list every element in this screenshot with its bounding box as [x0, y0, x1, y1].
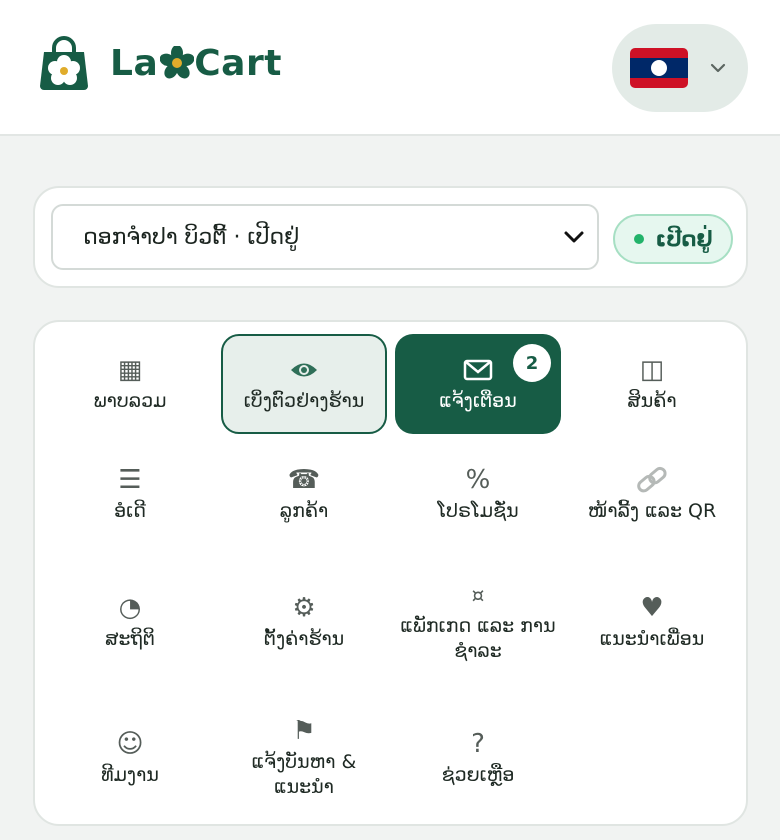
lao-flag-icon [630, 48, 688, 88]
language-switcher[interactable] [612, 24, 748, 112]
menu-item-referral[interactable]: ♥ ແນະນຳເພື່ອນ [569, 572, 735, 672]
heart-icon: ♥ [640, 592, 664, 623]
flower-icon [160, 46, 195, 79]
percent-icon: % [465, 464, 491, 495]
mail-icon [463, 355, 493, 385]
menu-item-orders[interactable]: ☰ ອໍເດີ [47, 444, 213, 544]
list-icon: ☰ [118, 464, 142, 495]
menu-item-store-settings[interactable]: ⚙ ຕັ້ງຄ່າຮ້ານ [221, 572, 387, 672]
chevron-down-icon [710, 63, 726, 73]
store-select[interactable]: ດອກຈຳປາ ບິວຕີ້ · ເປີດຢູ່ [51, 204, 599, 270]
phone-icon: ☎ [287, 464, 321, 495]
flag-icon: ⚑ [292, 716, 316, 746]
brand-name: La Cart [110, 42, 282, 84]
brand-logo[interactable]: La Cart [38, 36, 282, 90]
menu-grid: ▦ ພາບລວມ ເບິ່ງຕົວຢ່າງຮ້ານ ແຈ້ງເຕືອນ 2 ◫ … [33, 320, 748, 826]
gear-icon: ⚙ [292, 592, 316, 623]
menu-item-links-qr[interactable]: ໜ້າລີ້ງ ແລະ QR [569, 444, 735, 544]
status-dot [633, 234, 644, 244]
menu-item-notifications[interactable]: ແຈ້ງເຕືອນ 2 [395, 334, 561, 434]
menu-item-promotions[interactable]: % ໂປຣໂມຊັ່ນ [395, 444, 561, 544]
menu-item-packages-payments[interactable]: ¤ ແພັກເກດ ແລະ ການຊຳລະ [395, 572, 561, 672]
menu-item-overview[interactable]: ▦ ພາບລວມ [47, 334, 213, 434]
store-status-badge: ເປີດຢູ່ [613, 214, 733, 264]
shopping-bag-icon [40, 36, 88, 90]
store-selector-card: ດອກຈຳປາ ບິວຕີ້ · ເປີດຢູ່ ເປີດຢູ່ [33, 186, 748, 288]
columns-icon: ◫ [639, 354, 665, 385]
app-header: La Cart [0, 0, 780, 136]
help-icon: ? [471, 728, 485, 759]
menu-item-team[interactable]: ☺ ທີມງານ [47, 708, 213, 808]
currency-icon: ¤ [471, 583, 485, 607]
menu-item-report-feedback[interactable]: ⚑ ແຈ້ງບັນຫາ & ແນະນຳ [221, 708, 387, 808]
store-select-value: ດອກຈຳປາ ບິວຕີ້ · ເປີດຢູ່ [83, 224, 300, 250]
smiley-icon: ☺ [116, 728, 144, 759]
chevron-down-icon [564, 231, 584, 243]
grid-icon: ▦ [117, 354, 143, 385]
menu-item-customers[interactable]: ☎ ລູກຄ້າ [221, 444, 387, 544]
menu-item-help[interactable]: ? ຊ່ວຍເຫຼືອ [395, 708, 561, 808]
eye-icon [289, 355, 319, 385]
menu-item-statistics[interactable]: ◔ ສະຖິຕິ [47, 572, 213, 672]
notification-count-badge: 2 [513, 344, 551, 382]
menu-item-products[interactable]: ◫ ສິນຄ້າ [569, 334, 735, 434]
pie-chart-icon: ◔ [118, 592, 142, 623]
menu-item-store-preview[interactable]: ເບິ່ງຕົວຢ່າງຮ້ານ [221, 334, 387, 434]
link-icon [635, 465, 669, 495]
